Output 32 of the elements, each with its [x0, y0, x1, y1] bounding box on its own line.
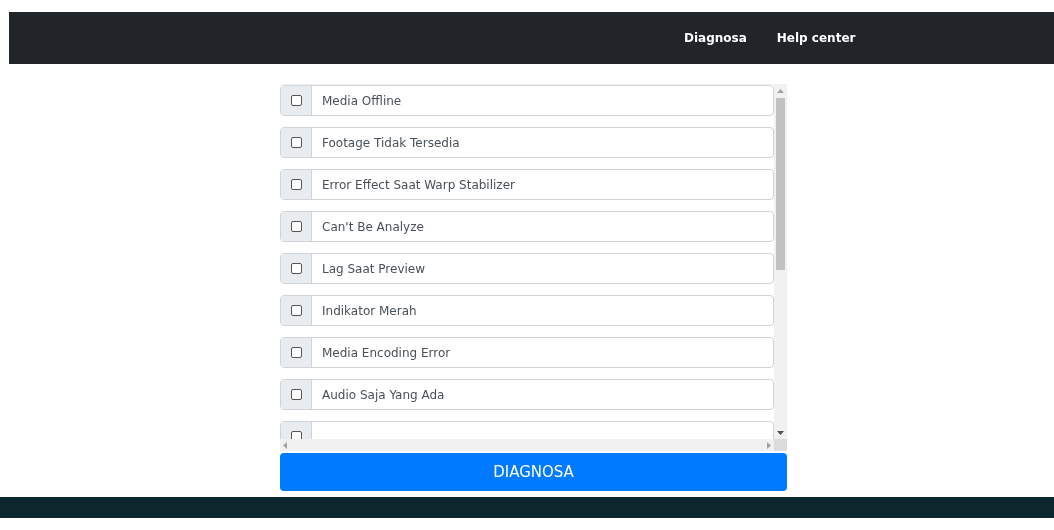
scroll-down-icon[interactable] — [777, 431, 784, 435]
symptom-field[interactable]: Media Offline — [280, 85, 774, 116]
symptom-field[interactable]: Can't Be Analyze — [280, 211, 774, 242]
checkbox[interactable] — [290, 95, 302, 106]
symptom-label: Footage Tidak Tersedia — [321, 134, 461, 152]
nav-link[interactable]: Help center — [768, 23, 864, 53]
vertical-scrollbar[interactable] — [774, 85, 787, 439]
symptom-field[interactable]: Footage Tidak Tersedia — [280, 127, 774, 158]
symptom-label: Indikator Merah — [321, 302, 418, 320]
symptom-label: Media Offline — [321, 92, 403, 110]
scrollbar-thumb[interactable] — [776, 98, 785, 270]
symptom-field[interactable]: Indikator Merah — [280, 295, 774, 326]
checkbox[interactable] — [290, 389, 302, 400]
symptom-field[interactable]: Media Encoding Error — [280, 337, 774, 368]
symptom-field[interactable]: Lag Saat Preview — [280, 253, 774, 284]
symptom-label: Can't Be Analyze — [321, 218, 425, 236]
checkbox[interactable] — [290, 431, 302, 439]
checkbox[interactable] — [290, 179, 302, 190]
symptom-label: Error Effect Saat Warp Stabilizer — [321, 176, 516, 194]
checkbox[interactable] — [290, 305, 302, 316]
checkbox[interactable] — [290, 263, 302, 274]
checkbox[interactable] — [290, 221, 302, 232]
symptom-label: Audio Saja Yang Ada — [321, 386, 446, 404]
symptom-label: Media Encoding Error — [321, 344, 452, 362]
scrollbar-corner — [774, 439, 787, 451]
diagnose-button[interactable]: DIAGNOSA — [280, 453, 787, 491]
symptom-label: Lag Saat Preview — [321, 260, 427, 278]
checkbox[interactable] — [290, 137, 302, 148]
nav-link[interactable]: Diagnosa — [676, 23, 755, 53]
symptom-field[interactable]: Audio Saja Yang Ada — [280, 379, 774, 410]
symptom-field[interactable]: Error Effect Saat Warp Stabilizer — [280, 169, 774, 200]
checkbox[interactable] — [290, 347, 302, 358]
